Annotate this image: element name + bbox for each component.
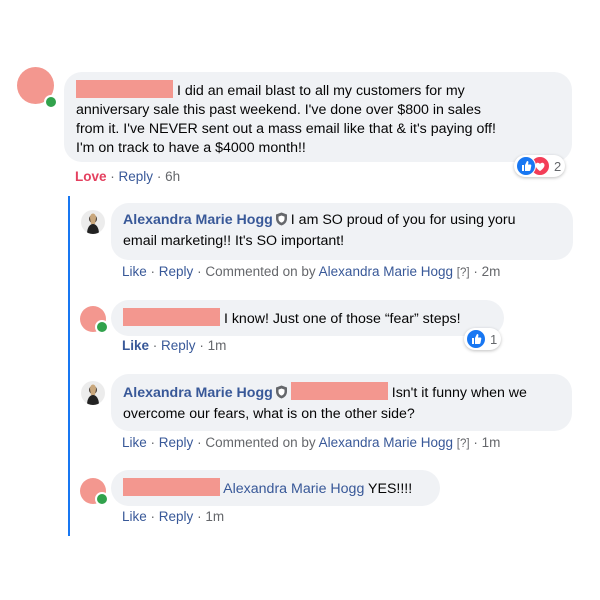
reply-bubble-4: Alexandra Marie Hogg YES!!!! bbox=[111, 470, 440, 506]
separator: · bbox=[473, 264, 478, 279]
timestamp[interactable]: 6h bbox=[165, 169, 180, 184]
reply-line-1: Alexandra Marie Hogg Isn't it funny when… bbox=[123, 382, 560, 405]
like-link[interactable]: Like bbox=[122, 338, 149, 353]
reply-bubble-1: Alexandra Marie Hogg I am SO proud of you… bbox=[111, 203, 573, 260]
reaction-count: 2 bbox=[554, 158, 562, 174]
redacted-name bbox=[123, 308, 220, 326]
like-link[interactable]: Like bbox=[122, 435, 147, 450]
reply-link[interactable]: Reply bbox=[159, 264, 194, 279]
reply-line-2: email marketing!! It's SO important! bbox=[123, 233, 345, 249]
reply-bubble-2: I know! Just one of those “fear” steps! bbox=[111, 300, 504, 336]
like-reaction-icon bbox=[466, 329, 486, 349]
like-reaction-icon bbox=[516, 156, 536, 176]
separator: · bbox=[156, 169, 162, 184]
reply-1-actions: Like · Reply · Commented on by Alexandra… bbox=[122, 264, 500, 279]
reaction-summary[interactable]: 2 bbox=[514, 155, 566, 177]
reply-link[interactable]: Reply bbox=[119, 169, 154, 184]
comment-bubble: I did an email blast to all my customers… bbox=[64, 72, 572, 162]
separator: · bbox=[152, 338, 158, 353]
reply-line-2: overcome our fears, what is on the other… bbox=[123, 406, 415, 422]
separator: · bbox=[150, 435, 156, 450]
comment-line-2: anniversary sale this past weekend. I've… bbox=[76, 102, 481, 118]
like-link[interactable]: Like bbox=[122, 264, 147, 279]
separator: · bbox=[150, 264, 156, 279]
reply-text: I know! Just one of those “fear” steps! bbox=[223, 311, 461, 327]
help-link[interactable]: [?] bbox=[457, 267, 470, 279]
help-link[interactable]: [?] bbox=[457, 438, 470, 450]
shield-icon bbox=[275, 212, 288, 232]
reply-link[interactable]: Reply bbox=[159, 435, 194, 450]
commented-on-by: Commented on by bbox=[205, 435, 316, 450]
reply-3-actions: Like · Reply · Commented on by Alexandra… bbox=[122, 435, 500, 450]
online-status-dot bbox=[44, 95, 58, 109]
commented-author-link[interactable]: Alexandra Marie Hogg bbox=[319, 264, 453, 279]
reply-thread-line bbox=[68, 196, 70, 536]
like-link[interactable]: Like bbox=[122, 509, 147, 524]
reply-link[interactable]: Reply bbox=[159, 509, 194, 524]
separator: · bbox=[110, 169, 115, 184]
online-status-dot bbox=[95, 492, 109, 506]
reply-text: YES!!!! bbox=[368, 481, 413, 497]
reply-2-actions: Like · Reply · 1m bbox=[122, 338, 226, 353]
comment-line-1: I did an email blast to all my customers… bbox=[76, 80, 560, 101]
comment-actions: Love · Reply · 6h bbox=[75, 169, 180, 184]
timestamp[interactable]: 1m bbox=[208, 338, 227, 353]
comment-text: I did an email blast to all my customers… bbox=[176, 83, 465, 99]
comment-line-4: I'm on track to have a $4000 month!! bbox=[76, 140, 306, 156]
reply-line-1: Alexandra Marie Hogg I am SO proud of you… bbox=[123, 211, 561, 232]
separator: · bbox=[197, 435, 202, 450]
reply-4-actions: Like · Reply · 1m bbox=[122, 509, 224, 524]
alexandra-avatar[interactable] bbox=[81, 381, 105, 405]
redacted-name bbox=[123, 478, 220, 496]
commented-author-link[interactable]: Alexandra Marie Hogg bbox=[319, 435, 453, 450]
separator: · bbox=[199, 338, 204, 353]
separator: · bbox=[150, 509, 156, 524]
redacted-name bbox=[76, 80, 173, 98]
mention-link[interactable]: Alexandra Marie Hogg bbox=[223, 481, 364, 497]
comment-line-3: from it. I've NEVER sent out a mass emai… bbox=[76, 121, 496, 137]
timestamp[interactable]: 2m bbox=[482, 264, 501, 279]
reaction-summary[interactable]: 1 bbox=[464, 328, 502, 350]
separator: · bbox=[197, 264, 202, 279]
reply-text: Isn't it funny when we bbox=[391, 385, 527, 401]
author-name[interactable]: Alexandra Marie Hogg bbox=[123, 212, 273, 228]
separator: · bbox=[197, 509, 202, 524]
reply-text: I am SO proud of you for using yoru bbox=[290, 212, 516, 228]
shield-icon bbox=[275, 385, 288, 405]
reply-link[interactable]: Reply bbox=[161, 338, 196, 353]
alexandra-avatar[interactable] bbox=[81, 210, 105, 234]
author-name[interactable]: Alexandra Marie Hogg bbox=[123, 385, 273, 401]
love-reaction-link[interactable]: Love bbox=[75, 169, 107, 184]
timestamp[interactable]: 1m bbox=[482, 435, 501, 450]
reaction-count: 1 bbox=[490, 331, 498, 347]
online-status-dot bbox=[95, 320, 109, 334]
commented-on-by: Commented on by bbox=[205, 264, 316, 279]
separator: · bbox=[473, 435, 478, 450]
reply-bubble-3: Alexandra Marie Hogg Isn't it funny when… bbox=[111, 374, 572, 431]
timestamp[interactable]: 1m bbox=[205, 509, 224, 524]
redacted-name bbox=[290, 382, 388, 400]
